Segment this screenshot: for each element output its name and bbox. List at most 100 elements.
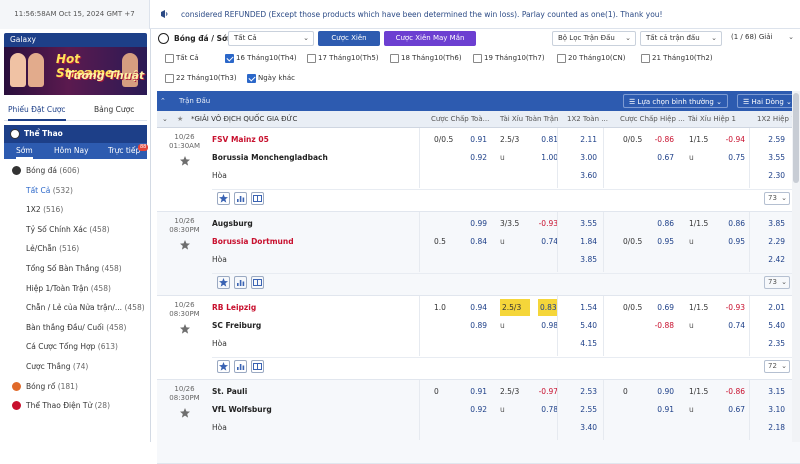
- odds-cell[interactable]: 3.40: [577, 419, 597, 436]
- tab-early[interactable]: Sớm: [16, 143, 33, 159]
- odds-cell[interactable]: 5.40: [577, 317, 597, 334]
- tab-today[interactable]: Hôm Nay: [54, 143, 89, 159]
- statistics-icon[interactable]: [234, 276, 247, 289]
- scrollbar-thumb[interactable]: [793, 93, 799, 183]
- odds-cell[interactable]: 0.91: [467, 383, 487, 400]
- league-pager[interactable]: (1 / 68) Giải ⌄: [726, 31, 798, 46]
- statistics-icon[interactable]: [234, 192, 247, 205]
- odds-cell[interactable]: 5.40: [765, 317, 785, 334]
- odds-cell[interactable]: 2.11: [577, 131, 597, 148]
- odds-cell[interactable]: 0.94: [467, 299, 487, 316]
- tab-live[interactable]: Trực tiếp: [108, 143, 140, 159]
- odds-cell[interactable]: 2.55: [577, 401, 597, 418]
- match-filter-select[interactable]: Bộ Lọc Trận Đấu ⌄: [552, 31, 636, 46]
- odds-cell[interactable]: 3.10: [765, 401, 785, 418]
- sidebar-item[interactable]: Bóng đá (606): [4, 161, 147, 180]
- date-checkbox[interactable]: 17 Tháng10(Th5): [307, 51, 379, 66]
- sidebar-item[interactable]: Chẵn / Lẻ của Nửa trận/... (458): [4, 298, 147, 317]
- odds-cell[interactable]: 0.92: [467, 401, 487, 418]
- scrollbar[interactable]: [792, 91, 800, 442]
- odds-cell[interactable]: 0.84: [467, 233, 487, 250]
- odds-cell[interactable]: 1.84: [577, 233, 597, 250]
- field-icon[interactable]: [251, 276, 264, 289]
- odds-cell[interactable]: 0.67: [725, 401, 745, 418]
- odds-cell[interactable]: 2.01: [765, 299, 785, 316]
- odds-cell[interactable]: 3.85: [765, 215, 785, 232]
- odds-cell[interactable]: -0.93: [725, 299, 745, 316]
- date-checkbox[interactable]: 19 Tháng10(Th7): [473, 51, 545, 66]
- date-checkbox[interactable]: 18 Tháng10(Th6): [390, 51, 462, 66]
- odds-cell[interactable]: 3.60: [577, 167, 597, 184]
- odds-cell[interactable]: 0.92: [467, 149, 487, 166]
- odds-cell[interactable]: -0.88: [654, 317, 674, 334]
- odds-cell[interactable]: 0.78: [538, 401, 558, 418]
- statistics-icon[interactable]: [234, 360, 247, 373]
- odds-cell[interactable]: 2.42: [765, 251, 785, 268]
- stats-icon[interactable]: [217, 360, 230, 373]
- odds-cell[interactable]: 2.53: [577, 383, 597, 400]
- galaxy-header[interactable]: Galaxy: [4, 33, 147, 47]
- odds-cell[interactable]: 0.75: [725, 149, 745, 166]
- odds-cell[interactable]: -0.94: [725, 131, 745, 148]
- odds-cell[interactable]: 2.30: [765, 167, 785, 184]
- checkbox-box[interactable]: [225, 54, 234, 63]
- odds-cell[interactable]: 0.83: [538, 299, 558, 316]
- more-markets-select[interactable]: 72 ⌄: [764, 360, 790, 373]
- odds-cell[interactable]: 1.54: [577, 299, 597, 316]
- odds-cell[interactable]: 0.89: [467, 317, 487, 334]
- odds-cell[interactable]: 0.86: [725, 215, 745, 232]
- favorite-star-icon[interactable]: [179, 155, 191, 167]
- stats-icon[interactable]: [217, 192, 230, 205]
- sidebar-item[interactable]: Tổng Số Bàn Thắng (458): [4, 259, 147, 278]
- date-checkbox[interactable]: 16 Tháng10(Th4): [225, 51, 297, 66]
- odds-cell[interactable]: -0.97: [538, 383, 558, 400]
- checkbox-box[interactable]: [165, 54, 174, 63]
- odds-cell[interactable]: 2.29: [765, 233, 785, 250]
- date-checkbox[interactable]: 21 Tháng10(Th2): [641, 51, 713, 66]
- odds-cell[interactable]: -0.93: [538, 215, 558, 232]
- announcement-icon[interactable]: [159, 8, 171, 20]
- odds-cell[interactable]: 0.74: [538, 233, 558, 250]
- sidebar-item[interactable]: Tỷ Số Chính Xác (458): [4, 220, 147, 239]
- market-view-select[interactable]: ☰ Hai Dòng ⌄: [737, 94, 798, 108]
- sidebar-item[interactable]: Cược Thắng (74): [4, 357, 147, 376]
- checkbox-box[interactable]: [557, 54, 566, 63]
- checkbox-box[interactable]: [165, 74, 174, 83]
- date-checkbox[interactable]: Ngày khác: [247, 71, 295, 86]
- odds-cell[interactable]: 1.00: [538, 149, 558, 166]
- checkbox-box[interactable]: [307, 54, 316, 63]
- sidebar-item[interactable]: Thể Thao Điện Tử (28): [4, 396, 147, 415]
- field-icon[interactable]: [251, 192, 264, 205]
- odds-cell[interactable]: 3.55: [765, 149, 785, 166]
- date-checkbox[interactable]: Tất Cả: [165, 51, 199, 66]
- sidebar-item[interactable]: Hiệp 1/Toàn Trận (458): [4, 279, 147, 298]
- odds-type-select[interactable]: Tất cả trận đấu ⌄: [640, 31, 722, 46]
- odds-cell[interactable]: 0.90: [654, 383, 674, 400]
- checkbox-box[interactable]: [390, 54, 399, 63]
- checkbox-box[interactable]: [247, 74, 256, 83]
- lucky-parlay-button[interactable]: Cược Xiên May Mắn: [384, 31, 476, 46]
- sidebar-item[interactable]: Lẻ/Chẵn (516): [4, 239, 147, 258]
- sidebar-item[interactable]: Tất Cả (532): [4, 181, 147, 200]
- odds-cell[interactable]: 3.15: [765, 383, 785, 400]
- odds-cell[interactable]: 3.85: [577, 251, 597, 268]
- sports-header[interactable]: Thể Thao: [4, 125, 147, 143]
- odds-cell[interactable]: 0.91: [654, 401, 674, 418]
- sidebar-item[interactable]: Bàn thắng Đầu/ Cuối (458): [4, 318, 147, 337]
- sidebar-item[interactable]: Bóng rổ (181): [4, 377, 147, 396]
- date-checkbox[interactable]: 20 Tháng10(CN): [557, 51, 626, 66]
- parlay-button[interactable]: Cược Xiên: [318, 31, 380, 46]
- promo-banner[interactable]: Hot Streamer Tướng Thuật: [4, 47, 147, 95]
- star-icon[interactable]: ★: [177, 111, 183, 128]
- collapse-icon[interactable]: ⌃: [160, 91, 166, 111]
- checkbox-box[interactable]: [641, 54, 650, 63]
- favorite-star-icon[interactable]: [179, 323, 191, 335]
- collapse-league-icon[interactable]: ⌄: [162, 111, 168, 128]
- stats-icon[interactable]: [217, 276, 230, 289]
- more-markets-select[interactable]: 73 ⌄: [764, 276, 790, 289]
- odds-cell[interactable]: 0.74: [725, 317, 745, 334]
- odds-cell[interactable]: 2.59: [765, 131, 785, 148]
- odds-cell[interactable]: -0.86: [654, 131, 674, 148]
- odds-cell[interactable]: 0.69: [654, 299, 674, 316]
- sidebar-item[interactable]: Cá Cược Tổng Hợp (613): [4, 337, 147, 356]
